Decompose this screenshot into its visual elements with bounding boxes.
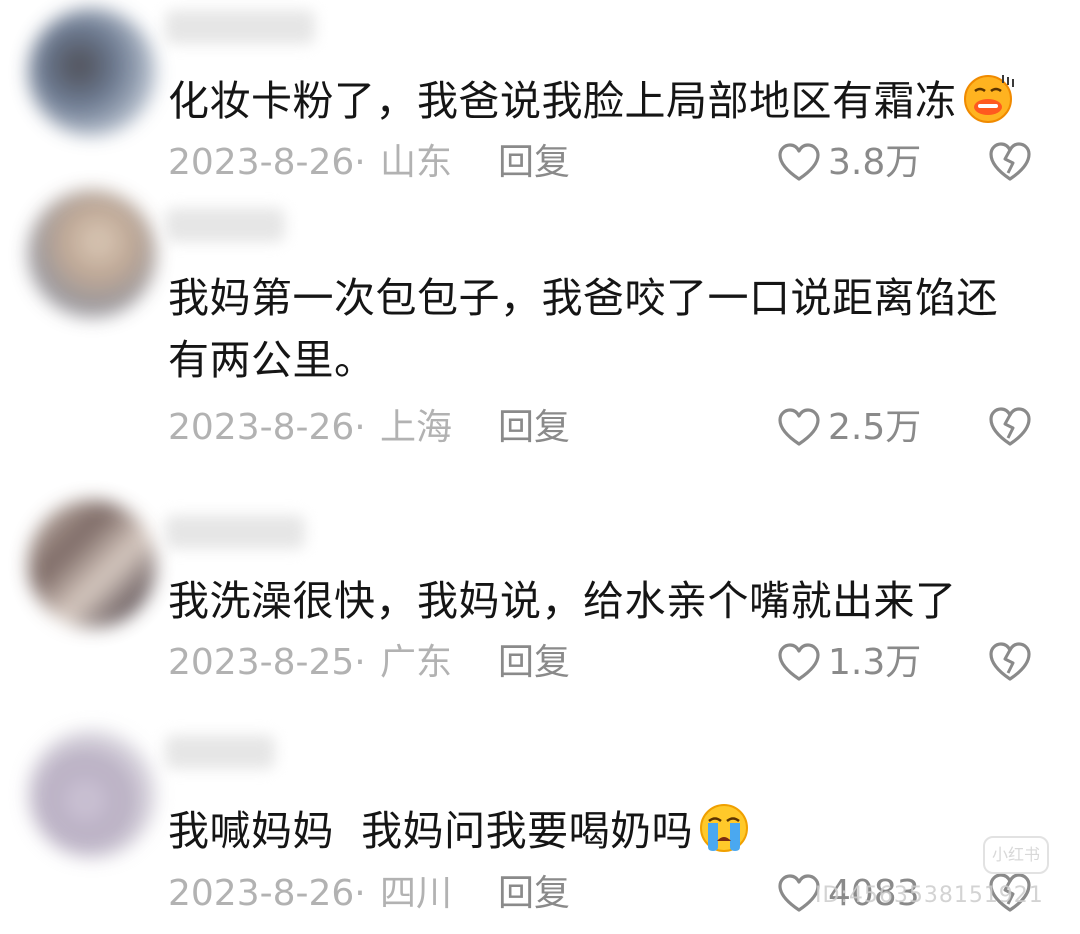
comment-location: 广东: [380, 642, 453, 683]
username-blurred[interactable]: [165, 208, 285, 242]
comment-text: 化妆卡粉了，我爸说我脸上局部地区有霜冻: [168, 70, 1028, 132]
watermark-logo: 小红书: [983, 836, 1049, 874]
comment-date: 2023-8-26·: [168, 407, 366, 448]
like-count: 1.3万: [828, 642, 922, 683]
reply-button[interactable]: 回复: [498, 869, 570, 919]
like-button[interactable]: 1.3万: [778, 638, 921, 688]
like-count: 2.5万: [828, 407, 922, 448]
like-button[interactable]: 3.8万: [778, 138, 921, 188]
reply-button[interactable]: 回复: [498, 403, 570, 453]
comment-location: 山东: [380, 142, 453, 183]
broken-heart-icon[interactable]: [988, 406, 1032, 448]
broken-heart-icon[interactable]: [988, 141, 1032, 183]
reply-button[interactable]: 回复: [498, 138, 570, 188]
watermark-id: ID:4563538151921: [815, 883, 1044, 908]
comment-text-body: 化妆卡粉了，我爸说我脸上局部地区有霜冻: [168, 77, 957, 125]
comment-location: 四川: [380, 873, 453, 914]
comment-meta: 2023-8-26· 上海 回复 2.5万: [168, 403, 1048, 453]
username-blurred[interactable]: [165, 515, 305, 549]
username-blurred[interactable]: [165, 10, 315, 44]
comment-meta: 2023-8-26· 山东 回复 3.8万: [168, 138, 1048, 188]
comment-text-line: 有两公里。: [168, 336, 376, 384]
comment-location: 上海: [380, 407, 453, 448]
comment-date: 2023-8-26·: [168, 142, 366, 183]
reply-button[interactable]: 回复: [498, 638, 570, 688]
avatar[interactable]: [28, 8, 156, 136]
username-blurred[interactable]: [165, 735, 275, 769]
like-button[interactable]: 2.5万: [778, 403, 921, 453]
comment-date: 2023-8-25·: [168, 642, 366, 683]
like-count: 3.8万: [828, 142, 922, 183]
heart-icon: [778, 143, 820, 181]
comment-text: 我喊妈妈 我妈问我要喝奶吗: [168, 800, 1028, 862]
avatar[interactable]: [28, 500, 156, 628]
comment-text: 我洗澡很快，我妈说，给水亲个嘴就出来了: [168, 570, 1028, 632]
comment-date: 2023-8-26·: [168, 873, 366, 914]
comment-text-line: 我妈第一次包包子，我爸咬了一口说距离馅还: [168, 274, 998, 322]
comment-text-body: 我喊妈妈 我妈问我要喝奶吗: [168, 807, 694, 855]
avatar[interactable]: [28, 730, 156, 858]
cold-face-emoji-icon: [963, 75, 1014, 123]
heart-icon: [778, 643, 820, 681]
heart-icon: [778, 408, 820, 446]
avatar[interactable]: [28, 190, 156, 318]
comment-text: 我妈第一次包包子，我爸咬了一口说距离馅还 有两公里。: [168, 267, 1028, 391]
heart-icon: [778, 874, 820, 912]
comment-text-body: 我洗澡很快，我妈说，给水亲个嘴就出来了: [168, 577, 957, 625]
broken-heart-icon[interactable]: [988, 641, 1032, 683]
comment-meta: 2023-8-25· 广东 回复 1.3万: [168, 638, 1048, 688]
crying-face-emoji-icon: [700, 804, 749, 852]
